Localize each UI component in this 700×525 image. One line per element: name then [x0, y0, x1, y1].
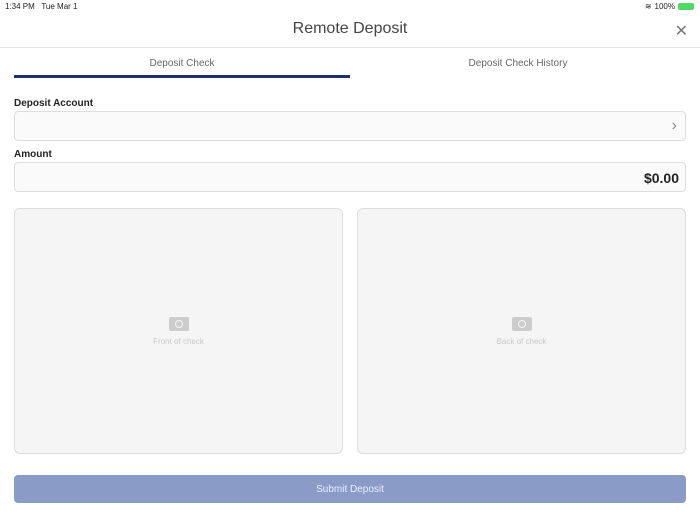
time: 1:34 PM [5, 2, 35, 11]
amount-label: Amount [14, 149, 52, 160]
close-icon[interactable]: ✕ [675, 21, 688, 41]
deposit-account-select[interactable]: › [14, 111, 686, 141]
page-title: Remote Deposit [292, 20, 408, 37]
camera-icon [168, 317, 189, 331]
submit-deposit-button[interactable]: Submit Deposit [14, 475, 686, 503]
battery-icon [678, 3, 694, 10]
wifi-icon: ≋ [644, 2, 652, 11]
back-of-check-capture[interactable]: Back of check [357, 208, 686, 454]
tab-deposit-check[interactable]: Deposit Check [14, 58, 350, 78]
back-of-check-label: Back of check [496, 337, 547, 346]
status-bar: 1:34 PM Tue Mar 1 ≋ 100% [0, 0, 700, 14]
front-of-check-capture[interactable]: Front of check [14, 208, 343, 454]
chevron-right-icon: › [671, 117, 677, 134]
tab-deposit-check-history[interactable]: Deposit Check History [350, 58, 686, 78]
divider [0, 47, 700, 48]
amount-input[interactable]: $0.00 [14, 162, 686, 192]
camera-icon [511, 317, 532, 331]
date: Tue Mar 1 [41, 2, 78, 11]
deposit-account-label: Deposit Account [14, 98, 94, 109]
front-of-check-label: Front of check [153, 337, 204, 346]
amount-value: $0.00 [643, 170, 679, 186]
battery-percent: 100% [654, 2, 675, 11]
